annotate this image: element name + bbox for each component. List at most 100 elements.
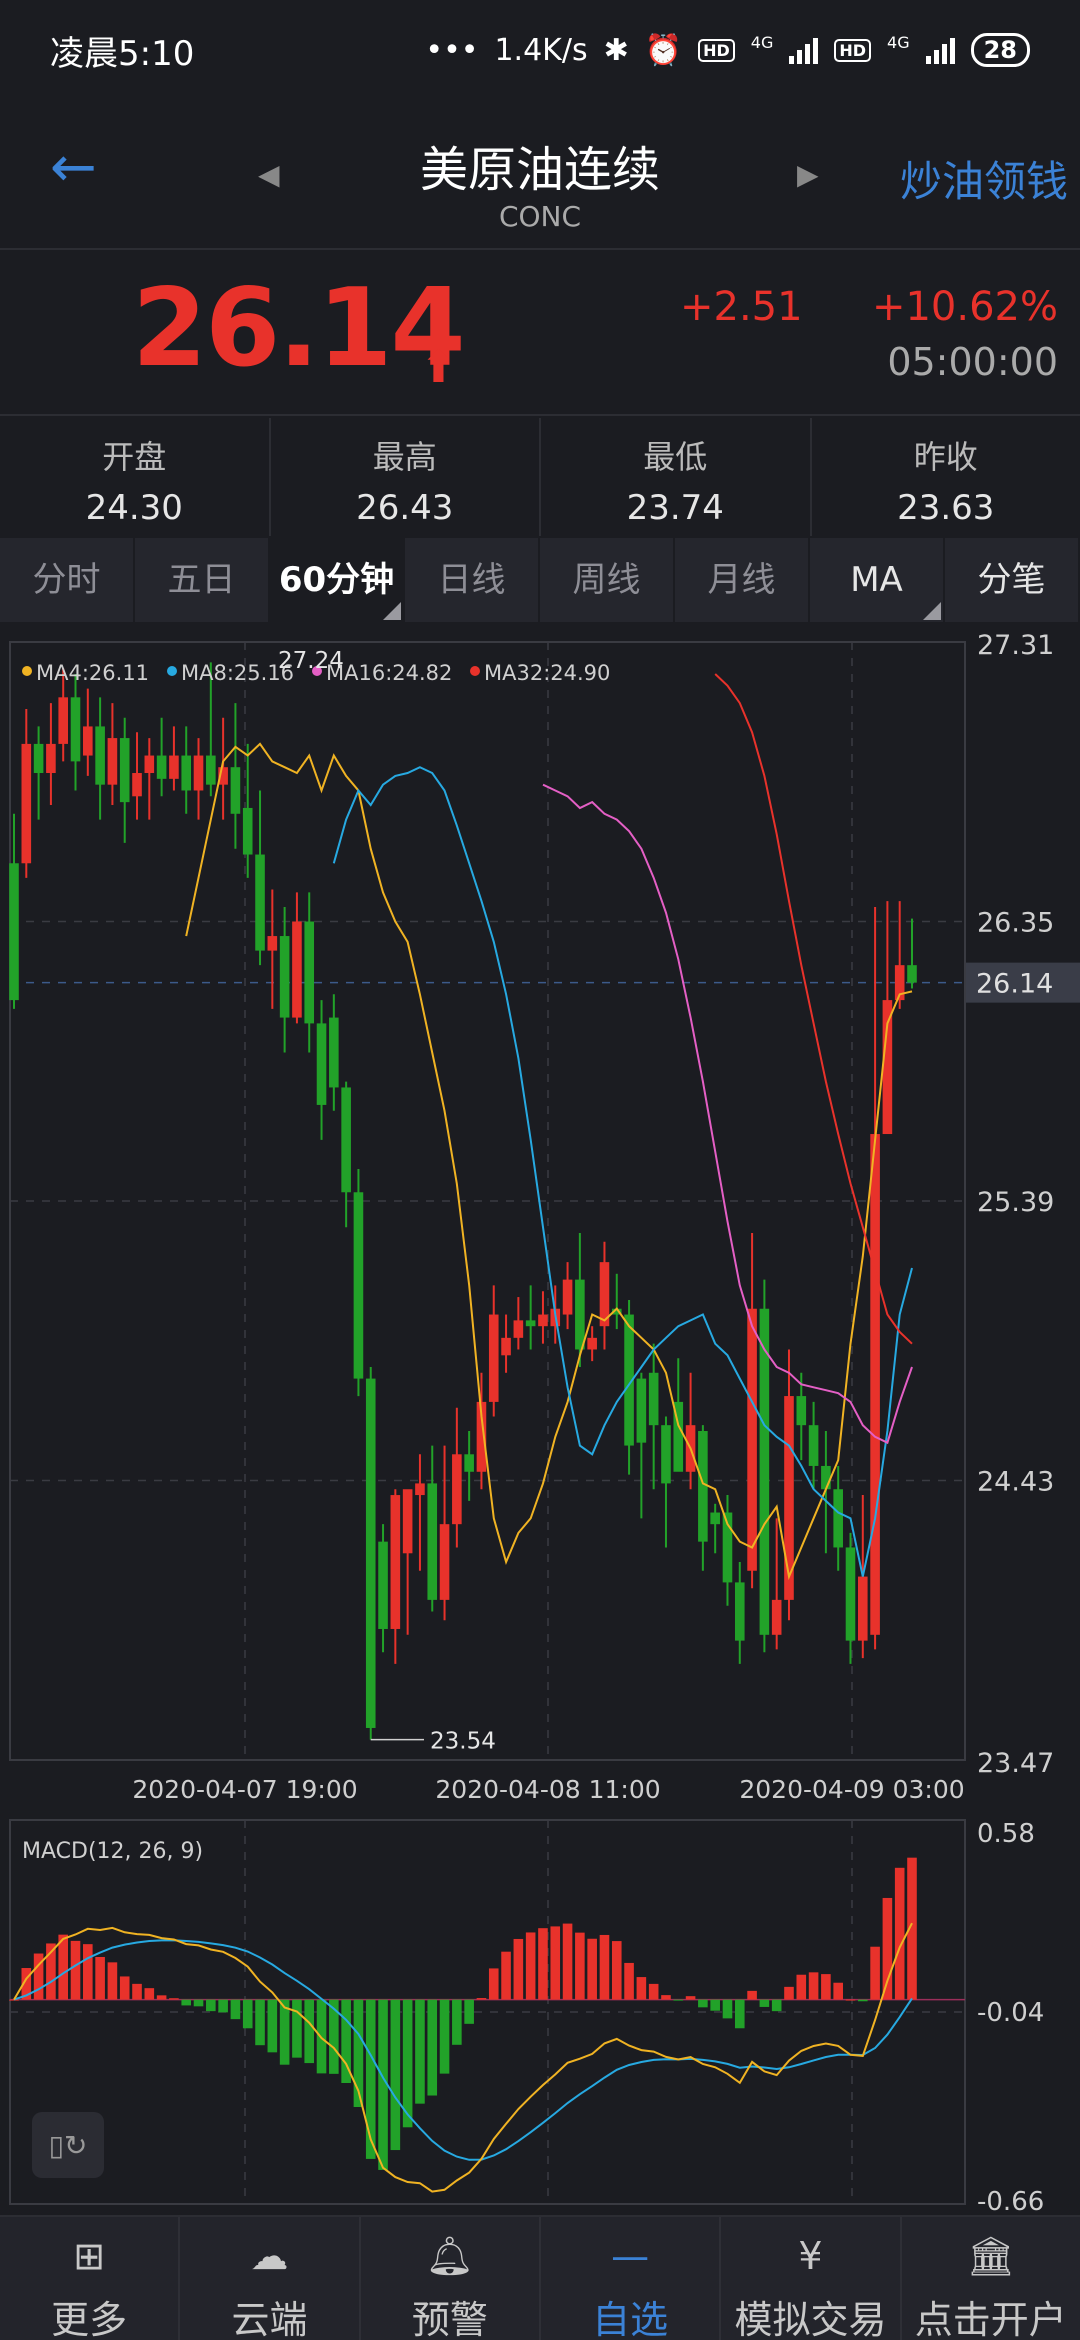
network-type: 4G [750,32,774,52]
candle-body [648,1372,659,1426]
macd-histogram-bar [796,1974,807,2000]
tab-60min[interactable]: 60分钟 [270,538,405,622]
nav-watchlist[interactable]: — 自选 [541,2217,722,2340]
nav-cloud[interactable]: ☁ 云端 [180,2217,361,2340]
macd-histogram-bar [624,1962,634,2000]
signal-icon-2 [925,36,955,64]
macd-histogram-bar [390,1999,401,2151]
macd-chart[interactable]: MACD(12, 26, 9) 0.58 -0.04 -0.66 [0,1808,1080,2213]
next-contract-icon[interactable]: ▶ [797,158,819,191]
candle-body [144,755,155,774]
candle-body [169,755,179,779]
nav-label: 模拟交易 [734,2298,887,2340]
tab-five-day[interactable]: 五日 [135,538,270,622]
candle-body [464,1454,474,1472]
macd-histogram-bar [156,1995,167,2000]
stat-label: 最高 [372,438,437,476]
macd-histogram-bar [476,1998,487,2000]
candle-body [329,1017,339,1088]
macd-histogram-bar [870,1946,880,2000]
macd-histogram-bar [267,1999,278,2053]
stat-value: 24.30 [85,488,183,528]
yen-icon: ¥ [798,2234,823,2278]
current-price-label: 26.14 [976,969,1053,1000]
macd-histogram-bar [242,1999,253,2029]
macd-histogram-bar [292,1999,302,2058]
legend-dot [22,666,32,676]
candle-body [365,1378,376,1728]
macd-histogram-bar [894,1867,905,2000]
candle-body [95,726,105,785]
candle-body [21,743,32,864]
tab-weekly[interactable]: 周线 [540,538,675,622]
candle-body [833,1489,843,1548]
candle-body [734,1582,745,1641]
low-marker-label: 23.54 [430,1729,496,1755]
macd-histogram-bar [83,1944,93,2000]
macd-histogram-bar [439,1999,450,2074]
ma-line-ma16 [542,783,913,1445]
candle-body [316,1023,327,1105]
candle-body [796,1396,807,1426]
macd-y-tick-label: -0.04 [977,1998,1044,2028]
macd-histogram-bar [107,1962,118,2000]
tab-ticks[interactable]: 分笔 [945,538,1080,622]
candle-body [402,1489,413,1554]
candle-body [267,936,278,951]
macd-histogram-bar [599,1934,610,2000]
macd-histogram-bar [132,1983,142,2000]
tab-ma-indicator[interactable]: MA [810,538,945,622]
candle-body [279,936,290,1018]
macd-histogram-bar [845,1999,856,2001]
nav-open-account[interactable]: 🏛︎ 点击开户 [902,2217,1080,2340]
stat-label: 昨收 [913,438,978,476]
candle-body [70,697,81,762]
rotate-screen-button[interactable]: ▯↻ [32,2112,104,2178]
macd-histogram-bar [230,1999,241,2020]
candle-body [636,1378,647,1443]
macd-histogram-bar [70,1940,81,2000]
tab-intraday[interactable]: 分时 [0,538,135,622]
macd-histogram-bar [698,1999,708,2008]
high-marker-label: 27.24 [278,648,344,674]
candle-body [83,726,93,756]
stat-value: 23.74 [626,488,724,528]
nav-alert[interactable]: 🔔︎ 预警 [361,2217,541,2340]
x-tick-label: 2020-04-07 19:00 [132,1775,357,1802]
candle-body [292,921,302,1018]
macd-dif-line [13,1922,913,2193]
macd-histogram-bar [181,1999,192,2006]
divider [0,414,1080,416]
nav-label: 云端 [231,2298,308,2340]
candle-body [46,743,56,774]
bell-icon: 🔔︎ [425,2234,474,2278]
macd-y-tick-label: -0.66 [977,2187,1044,2213]
candle-body [710,1512,720,1525]
macd-histogram-bar [144,1988,155,2000]
legend-label: MA32:24.90 [484,661,610,685]
status-icons: ••• 1.4K/s ✱ ⏰ HD 4G HD 4G 28 [425,33,1030,68]
y-tick-label: 27.31 [977,630,1054,661]
candle-body [882,1000,893,1135]
hd-icon: HD [698,38,735,62]
macd-histogram-bar [218,1999,228,2013]
candle-body [242,807,253,855]
macd-histogram-bar [575,1932,585,2000]
candle-body [525,1320,536,1327]
macd-histogram-bar [636,1977,647,2000]
tab-monthly[interactable]: 月线 [675,538,810,622]
candlestick-chart[interactable]: 27.31 26.35 25.39 24.43 23.47 26.14 MA4:26.11 M… [0,622,1080,1802]
nav-label: 自选 [592,2298,669,2340]
macd-histogram-bar [821,1974,831,2000]
nav-more[interactable]: ⊞ 更多 [0,2217,181,2340]
tab-daily[interactable]: 日线 [405,538,540,622]
macd-histogram-bar [9,1999,19,2001]
candle-body [907,965,917,983]
divider [0,248,1080,250]
quote-panel: 26.14 ⬆ +2.51 +10.62% 05:00:00 [0,260,1080,410]
macd-histogram-bar [513,1938,524,2000]
candle-body [439,1524,450,1600]
promo-link[interactable]: 炒油领钱 [900,148,1068,209]
nav-sim-trade[interactable]: ¥ 模拟交易 [721,2217,902,2340]
bank-icon: 🏛︎ [966,2234,1015,2278]
